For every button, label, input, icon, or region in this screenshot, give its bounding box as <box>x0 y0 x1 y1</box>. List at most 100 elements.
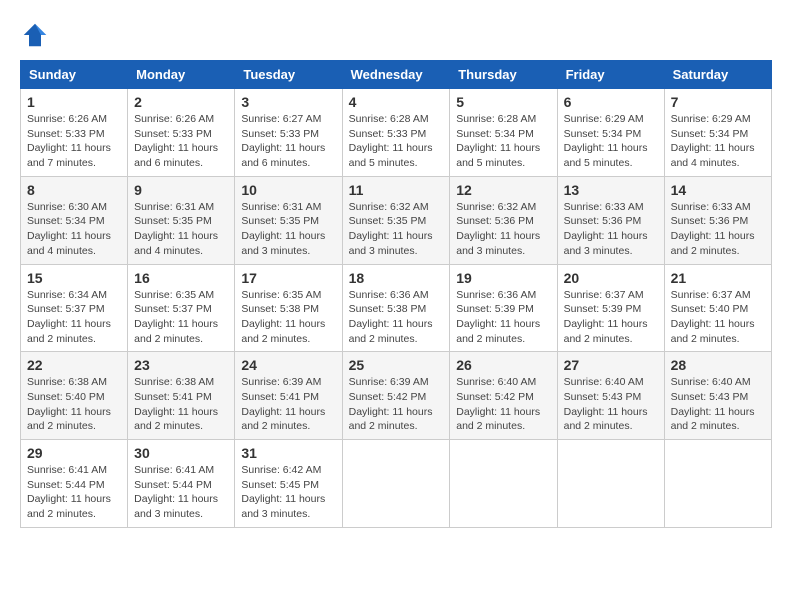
day-number: 30 <box>134 445 228 461</box>
day-info: Sunrise: 6:34 AM Sunset: 5:37 PM Dayligh… <box>27 288 121 347</box>
calendar-cell: 3 Sunrise: 6:27 AM Sunset: 5:33 PM Dayli… <box>235 89 342 177</box>
calendar-cell: 20 Sunrise: 6:37 AM Sunset: 5:39 PM Dayl… <box>557 264 664 352</box>
calendar-cell: 4 Sunrise: 6:28 AM Sunset: 5:33 PM Dayli… <box>342 89 450 177</box>
day-info: Sunrise: 6:37 AM Sunset: 5:40 PM Dayligh… <box>671 288 765 347</box>
calendar-cell: 11 Sunrise: 6:32 AM Sunset: 5:35 PM Dayl… <box>342 176 450 264</box>
day-number: 19 <box>456 270 550 286</box>
day-info: Sunrise: 6:31 AM Sunset: 5:35 PM Dayligh… <box>134 200 228 259</box>
day-info: Sunrise: 6:32 AM Sunset: 5:36 PM Dayligh… <box>456 200 550 259</box>
day-info: Sunrise: 6:26 AM Sunset: 5:33 PM Dayligh… <box>27 112 121 171</box>
calendar-week-3: 15 Sunrise: 6:34 AM Sunset: 5:37 PM Dayl… <box>21 264 772 352</box>
calendar-cell: 29 Sunrise: 6:41 AM Sunset: 5:44 PM Dayl… <box>21 440 128 528</box>
calendar-cell: 16 Sunrise: 6:35 AM Sunset: 5:37 PM Dayl… <box>128 264 235 352</box>
page-header <box>20 20 772 50</box>
day-number: 7 <box>671 94 765 110</box>
day-info: Sunrise: 6:36 AM Sunset: 5:39 PM Dayligh… <box>456 288 550 347</box>
calendar-cell: 14 Sunrise: 6:33 AM Sunset: 5:36 PM Dayl… <box>664 176 771 264</box>
calendar-cell: 24 Sunrise: 6:39 AM Sunset: 5:41 PM Dayl… <box>235 352 342 440</box>
calendar-cell: 28 Sunrise: 6:40 AM Sunset: 5:43 PM Dayl… <box>664 352 771 440</box>
calendar-cell: 18 Sunrise: 6:36 AM Sunset: 5:38 PM Dayl… <box>342 264 450 352</box>
calendar-cell <box>342 440 450 528</box>
day-number: 29 <box>27 445 121 461</box>
calendar-cell: 25 Sunrise: 6:39 AM Sunset: 5:42 PM Dayl… <box>342 352 450 440</box>
day-info: Sunrise: 6:27 AM Sunset: 5:33 PM Dayligh… <box>241 112 335 171</box>
calendar-cell: 10 Sunrise: 6:31 AM Sunset: 5:35 PM Dayl… <box>235 176 342 264</box>
header-monday: Monday <box>128 61 235 89</box>
day-info: Sunrise: 6:41 AM Sunset: 5:44 PM Dayligh… <box>27 463 121 522</box>
day-number: 18 <box>349 270 444 286</box>
day-number: 8 <box>27 182 121 198</box>
calendar-week-1: 1 Sunrise: 6:26 AM Sunset: 5:33 PM Dayli… <box>21 89 772 177</box>
day-info: Sunrise: 6:39 AM Sunset: 5:41 PM Dayligh… <box>241 375 335 434</box>
day-info: Sunrise: 6:42 AM Sunset: 5:45 PM Dayligh… <box>241 463 335 522</box>
calendar-cell <box>664 440 771 528</box>
day-number: 15 <box>27 270 121 286</box>
calendar-cell: 15 Sunrise: 6:34 AM Sunset: 5:37 PM Dayl… <box>21 264 128 352</box>
day-info: Sunrise: 6:41 AM Sunset: 5:44 PM Dayligh… <box>134 463 228 522</box>
calendar-cell: 19 Sunrise: 6:36 AM Sunset: 5:39 PM Dayl… <box>450 264 557 352</box>
calendar-cell <box>450 440 557 528</box>
day-info: Sunrise: 6:40 AM Sunset: 5:43 PM Dayligh… <box>564 375 658 434</box>
day-number: 12 <box>456 182 550 198</box>
day-info: Sunrise: 6:39 AM Sunset: 5:42 PM Dayligh… <box>349 375 444 434</box>
day-number: 21 <box>671 270 765 286</box>
calendar-cell: 30 Sunrise: 6:41 AM Sunset: 5:44 PM Dayl… <box>128 440 235 528</box>
day-number: 6 <box>564 94 658 110</box>
calendar-cell: 17 Sunrise: 6:35 AM Sunset: 5:38 PM Dayl… <box>235 264 342 352</box>
day-number: 27 <box>564 357 658 373</box>
calendar-cell: 8 Sunrise: 6:30 AM Sunset: 5:34 PM Dayli… <box>21 176 128 264</box>
day-info: Sunrise: 6:40 AM Sunset: 5:43 PM Dayligh… <box>671 375 765 434</box>
calendar-cell: 9 Sunrise: 6:31 AM Sunset: 5:35 PM Dayli… <box>128 176 235 264</box>
header-wednesday: Wednesday <box>342 61 450 89</box>
day-info: Sunrise: 6:28 AM Sunset: 5:33 PM Dayligh… <box>349 112 444 171</box>
calendar-cell: 7 Sunrise: 6:29 AM Sunset: 5:34 PM Dayli… <box>664 89 771 177</box>
day-info: Sunrise: 6:40 AM Sunset: 5:42 PM Dayligh… <box>456 375 550 434</box>
calendar-cell: 27 Sunrise: 6:40 AM Sunset: 5:43 PM Dayl… <box>557 352 664 440</box>
calendar-cell <box>557 440 664 528</box>
header-sunday: Sunday <box>21 61 128 89</box>
day-info: Sunrise: 6:29 AM Sunset: 5:34 PM Dayligh… <box>564 112 658 171</box>
day-info: Sunrise: 6:29 AM Sunset: 5:34 PM Dayligh… <box>671 112 765 171</box>
day-number: 26 <box>456 357 550 373</box>
calendar-cell: 12 Sunrise: 6:32 AM Sunset: 5:36 PM Dayl… <box>450 176 557 264</box>
day-info: Sunrise: 6:26 AM Sunset: 5:33 PM Dayligh… <box>134 112 228 171</box>
day-number: 11 <box>349 182 444 198</box>
calendar-header-row: SundayMondayTuesdayWednesdayThursdayFrid… <box>21 61 772 89</box>
day-info: Sunrise: 6:35 AM Sunset: 5:37 PM Dayligh… <box>134 288 228 347</box>
logo-icon <box>20 20 50 50</box>
calendar-week-2: 8 Sunrise: 6:30 AM Sunset: 5:34 PM Dayli… <box>21 176 772 264</box>
day-info: Sunrise: 6:33 AM Sunset: 5:36 PM Dayligh… <box>671 200 765 259</box>
calendar-cell: 13 Sunrise: 6:33 AM Sunset: 5:36 PM Dayl… <box>557 176 664 264</box>
calendar-week-4: 22 Sunrise: 6:38 AM Sunset: 5:40 PM Dayl… <box>21 352 772 440</box>
day-info: Sunrise: 6:35 AM Sunset: 5:38 PM Dayligh… <box>241 288 335 347</box>
calendar-cell: 26 Sunrise: 6:40 AM Sunset: 5:42 PM Dayl… <box>450 352 557 440</box>
day-number: 22 <box>27 357 121 373</box>
day-number: 10 <box>241 182 335 198</box>
day-number: 28 <box>671 357 765 373</box>
day-number: 31 <box>241 445 335 461</box>
day-info: Sunrise: 6:28 AM Sunset: 5:34 PM Dayligh… <box>456 112 550 171</box>
day-number: 9 <box>134 182 228 198</box>
day-info: Sunrise: 6:38 AM Sunset: 5:41 PM Dayligh… <box>134 375 228 434</box>
calendar-cell: 21 Sunrise: 6:37 AM Sunset: 5:40 PM Dayl… <box>664 264 771 352</box>
day-number: 24 <box>241 357 335 373</box>
calendar-cell: 31 Sunrise: 6:42 AM Sunset: 5:45 PM Dayl… <box>235 440 342 528</box>
day-info: Sunrise: 6:33 AM Sunset: 5:36 PM Dayligh… <box>564 200 658 259</box>
day-number: 2 <box>134 94 228 110</box>
day-number: 17 <box>241 270 335 286</box>
day-number: 5 <box>456 94 550 110</box>
day-info: Sunrise: 6:30 AM Sunset: 5:34 PM Dayligh… <box>27 200 121 259</box>
header-saturday: Saturday <box>664 61 771 89</box>
calendar-cell: 6 Sunrise: 6:29 AM Sunset: 5:34 PM Dayli… <box>557 89 664 177</box>
calendar-cell: 23 Sunrise: 6:38 AM Sunset: 5:41 PM Dayl… <box>128 352 235 440</box>
day-info: Sunrise: 6:37 AM Sunset: 5:39 PM Dayligh… <box>564 288 658 347</box>
day-number: 16 <box>134 270 228 286</box>
day-number: 4 <box>349 94 444 110</box>
header-thursday: Thursday <box>450 61 557 89</box>
day-number: 20 <box>564 270 658 286</box>
day-info: Sunrise: 6:31 AM Sunset: 5:35 PM Dayligh… <box>241 200 335 259</box>
day-number: 1 <box>27 94 121 110</box>
day-number: 3 <box>241 94 335 110</box>
calendar-cell: 22 Sunrise: 6:38 AM Sunset: 5:40 PM Dayl… <box>21 352 128 440</box>
calendar-week-5: 29 Sunrise: 6:41 AM Sunset: 5:44 PM Dayl… <box>21 440 772 528</box>
